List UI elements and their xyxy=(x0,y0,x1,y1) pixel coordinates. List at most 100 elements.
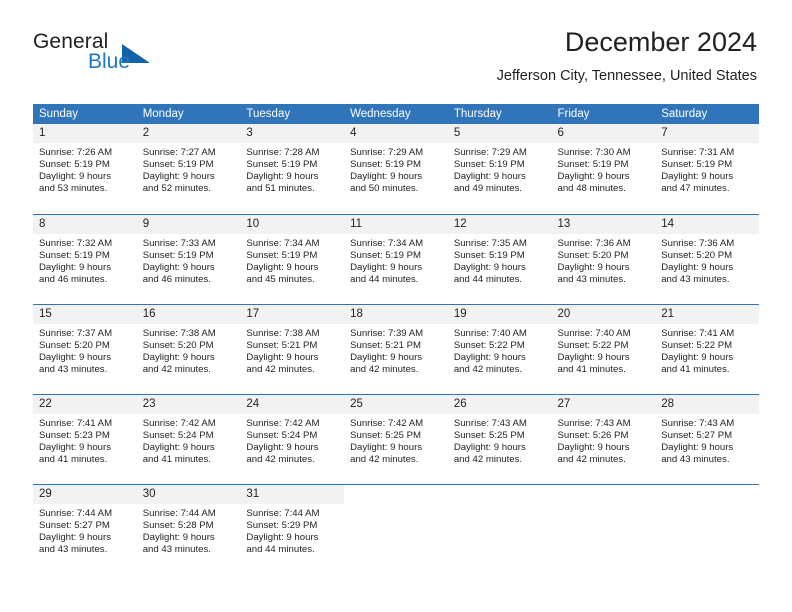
weekday-header-row: Sunday Monday Tuesday Wednesday Thursday… xyxy=(33,104,759,124)
sunrise-text: Sunrise: 7:41 AM xyxy=(39,418,113,429)
day-details: Sunrise: 7:29 AM Sunset: 5:19 PM Dayligh… xyxy=(448,143,552,195)
week-row: 8 Sunrise: 7:32 AM Sunset: 5:19 PM Dayli… xyxy=(33,214,759,304)
daylight-text-line2: and 50 minutes. xyxy=(350,183,419,195)
sunrise-text: Sunrise: 7:38 AM xyxy=(142,328,216,339)
day-cell[interactable]: 26 Sunrise: 7:43 AM Sunset: 5:25 PM Dayl… xyxy=(447,395,552,484)
day-cell[interactable]: 5 Sunrise: 7:29 AM Sunset: 5:19 PM Dayli… xyxy=(447,124,552,214)
day-cell[interactable]: 3 Sunrise: 7:28 AM Sunset: 5:19 PM Dayli… xyxy=(240,124,345,214)
brand-logo[interactable]: General Blue xyxy=(33,30,233,80)
week-row: 22 Sunrise: 7:41 AM Sunset: 5:23 PM Dayl… xyxy=(33,394,759,484)
weekday-header-wednesday: Wednesday xyxy=(350,108,411,120)
day-number: 26 xyxy=(447,395,552,414)
day-cell[interactable]: 20 Sunrise: 7:40 AM Sunset: 5:22 PM Dayl… xyxy=(551,305,656,394)
daylight-text-line1: Daylight: 9 hours xyxy=(350,352,423,364)
day-cell[interactable]: 7 Sunrise: 7:31 AM Sunset: 5:19 PM Dayli… xyxy=(655,124,759,214)
sunset-text: Sunset: 5:19 PM xyxy=(350,159,422,171)
sunrise-text: Sunrise: 7:28 AM xyxy=(246,147,320,158)
day-number xyxy=(344,485,448,504)
daylight-text-line1: Daylight: 9 hours xyxy=(557,171,630,183)
day-number: 1 xyxy=(33,124,137,143)
day-cell[interactable]: 28 Sunrise: 7:43 AM Sunset: 5:27 PM Dayl… xyxy=(655,395,759,484)
day-cell[interactable]: 18 Sunrise: 7:39 AM Sunset: 5:21 PM Dayl… xyxy=(344,305,448,394)
day-number: 5 xyxy=(447,124,552,143)
daylight-text-line2: and 41 minutes. xyxy=(661,364,730,376)
sunrise-text: Sunrise: 7:43 AM xyxy=(557,418,631,429)
day-cell[interactable]: 22 Sunrise: 7:41 AM Sunset: 5:23 PM Dayl… xyxy=(33,395,137,484)
sunrise-text: Sunrise: 7:33 AM xyxy=(142,238,216,249)
day-cell[interactable]: 31 Sunrise: 7:44 AM Sunset: 5:29 PM Dayl… xyxy=(240,485,345,574)
sunset-text: Sunset: 5:24 PM xyxy=(142,430,214,442)
day-cell[interactable]: 15 Sunrise: 7:37 AM Sunset: 5:20 PM Dayl… xyxy=(33,305,137,394)
daylight-text-line2: and 43 minutes. xyxy=(557,274,626,286)
sunrise-text: Sunrise: 7:26 AM xyxy=(39,147,113,158)
daylight-text-line2: and 42 minutes. xyxy=(350,454,419,466)
day-number: 10 xyxy=(240,215,345,234)
day-number: 11 xyxy=(344,215,448,234)
day-cell[interactable]: 4 Sunrise: 7:29 AM Sunset: 5:19 PM Dayli… xyxy=(344,124,448,214)
day-number: 20 xyxy=(551,305,656,324)
day-cell[interactable]: 8 Sunrise: 7:32 AM Sunset: 5:19 PM Dayli… xyxy=(33,215,137,304)
sunrise-text: Sunrise: 7:31 AM xyxy=(661,147,735,158)
day-cell[interactable]: 11 Sunrise: 7:34 AM Sunset: 5:19 PM Dayl… xyxy=(344,215,448,304)
daylight-text-line1: Daylight: 9 hours xyxy=(350,171,423,183)
sunrise-text: Sunrise: 7:42 AM xyxy=(350,418,424,429)
day-details: Sunrise: 7:26 AM Sunset: 5:19 PM Dayligh… xyxy=(33,143,137,195)
day-cell[interactable]: 17 Sunrise: 7:38 AM Sunset: 5:21 PM Dayl… xyxy=(240,305,345,394)
day-cell[interactable]: 24 Sunrise: 7:42 AM Sunset: 5:24 PM Dayl… xyxy=(240,395,345,484)
weekday-header-monday: Monday xyxy=(142,108,184,120)
day-number: 8 xyxy=(33,215,137,234)
day-cell[interactable]: 30 Sunrise: 7:44 AM Sunset: 5:28 PM Dayl… xyxy=(136,485,241,574)
day-details: Sunrise: 7:36 AM Sunset: 5:20 PM Dayligh… xyxy=(552,234,656,286)
daylight-text-line1: Daylight: 9 hours xyxy=(142,442,215,454)
day-number: 17 xyxy=(240,305,345,324)
sunset-text: Sunset: 5:19 PM xyxy=(453,159,525,171)
day-details: Sunrise: 7:42 AM Sunset: 5:24 PM Dayligh… xyxy=(137,414,241,466)
daylight-text-line1: Daylight: 9 hours xyxy=(246,262,319,274)
day-cell[interactable]: 1 Sunrise: 7:26 AM Sunset: 5:19 PM Dayli… xyxy=(33,124,137,214)
day-number: 29 xyxy=(33,485,137,504)
daylight-text-line2: and 44 minutes. xyxy=(350,274,419,286)
day-cell[interactable]: 21 Sunrise: 7:41 AM Sunset: 5:22 PM Dayl… xyxy=(655,305,759,394)
day-cell[interactable]: 9 Sunrise: 7:33 AM Sunset: 5:19 PM Dayli… xyxy=(136,215,241,304)
sunset-text: Sunset: 5:23 PM xyxy=(39,430,110,442)
day-details: Sunrise: 7:44 AM Sunset: 5:29 PM Dayligh… xyxy=(240,504,344,556)
sunset-text: Sunset: 5:25 PM xyxy=(350,430,422,442)
day-cell[interactable]: 14 Sunrise: 7:36 AM Sunset: 5:20 PM Dayl… xyxy=(655,215,759,304)
day-details: Sunrise: 7:34 AM Sunset: 5:19 PM Dayligh… xyxy=(240,234,344,286)
day-cell[interactable]: 6 Sunrise: 7:30 AM Sunset: 5:19 PM Dayli… xyxy=(551,124,656,214)
sunrise-text: Sunrise: 7:42 AM xyxy=(142,418,216,429)
day-number xyxy=(552,485,656,504)
day-details: Sunrise: 7:33 AM Sunset: 5:19 PM Dayligh… xyxy=(137,234,241,286)
day-number: 6 xyxy=(551,124,656,143)
day-cell[interactable]: 25 Sunrise: 7:42 AM Sunset: 5:25 PM Dayl… xyxy=(344,395,448,484)
day-details: Sunrise: 7:28 AM Sunset: 5:19 PM Dayligh… xyxy=(240,143,344,195)
sunset-text: Sunset: 5:19 PM xyxy=(661,159,733,171)
day-cell[interactable]: 13 Sunrise: 7:36 AM Sunset: 5:20 PM Dayl… xyxy=(551,215,656,304)
day-details: Sunrise: 7:41 AM Sunset: 5:22 PM Dayligh… xyxy=(655,324,759,376)
sunrise-text: Sunrise: 7:34 AM xyxy=(350,238,424,249)
day-cell[interactable]: 2 Sunrise: 7:27 AM Sunset: 5:19 PM Dayli… xyxy=(136,124,241,214)
day-cell[interactable]: 10 Sunrise: 7:34 AM Sunset: 5:19 PM Dayl… xyxy=(240,215,345,304)
day-cell[interactable]: 19 Sunrise: 7:40 AM Sunset: 5:22 PM Dayl… xyxy=(447,305,552,394)
day-cell[interactable]: 29 Sunrise: 7:44 AM Sunset: 5:27 PM Dayl… xyxy=(33,485,137,574)
daylight-text-line1: Daylight: 9 hours xyxy=(39,352,111,364)
week-row: 15 Sunrise: 7:37 AM Sunset: 5:20 PM Dayl… xyxy=(33,304,759,394)
day-cell[interactable]: 16 Sunrise: 7:38 AM Sunset: 5:20 PM Dayl… xyxy=(136,305,241,394)
sunrise-text: Sunrise: 7:36 AM xyxy=(557,238,631,249)
day-number: 12 xyxy=(447,215,552,234)
day-cell[interactable]: 23 Sunrise: 7:42 AM Sunset: 5:24 PM Dayl… xyxy=(136,395,241,484)
daylight-text-line2: and 41 minutes. xyxy=(39,454,108,466)
sunrise-text: Sunrise: 7:40 AM xyxy=(453,328,527,339)
day-details: Sunrise: 7:30 AM Sunset: 5:19 PM Dayligh… xyxy=(552,143,656,195)
day-cell[interactable]: 12 Sunrise: 7:35 AM Sunset: 5:19 PM Dayl… xyxy=(447,215,552,304)
page-header: General Blue December 2024 Jefferson Cit… xyxy=(0,0,792,100)
sunset-text: Sunset: 5:19 PM xyxy=(39,159,110,171)
sunset-text: Sunset: 5:25 PM xyxy=(453,430,525,442)
sunrise-text: Sunrise: 7:29 AM xyxy=(350,147,424,158)
day-details: Sunrise: 7:44 AM Sunset: 5:28 PM Dayligh… xyxy=(137,504,241,556)
daylight-text-line2: and 51 minutes. xyxy=(246,183,315,195)
day-details: Sunrise: 7:44 AM Sunset: 5:27 PM Dayligh… xyxy=(33,504,137,556)
daylight-text-line1: Daylight: 9 hours xyxy=(453,262,526,274)
day-cell[interactable]: 27 Sunrise: 7:43 AM Sunset: 5:26 PM Dayl… xyxy=(551,395,656,484)
weekday-header-thursday: Thursday xyxy=(453,108,502,120)
